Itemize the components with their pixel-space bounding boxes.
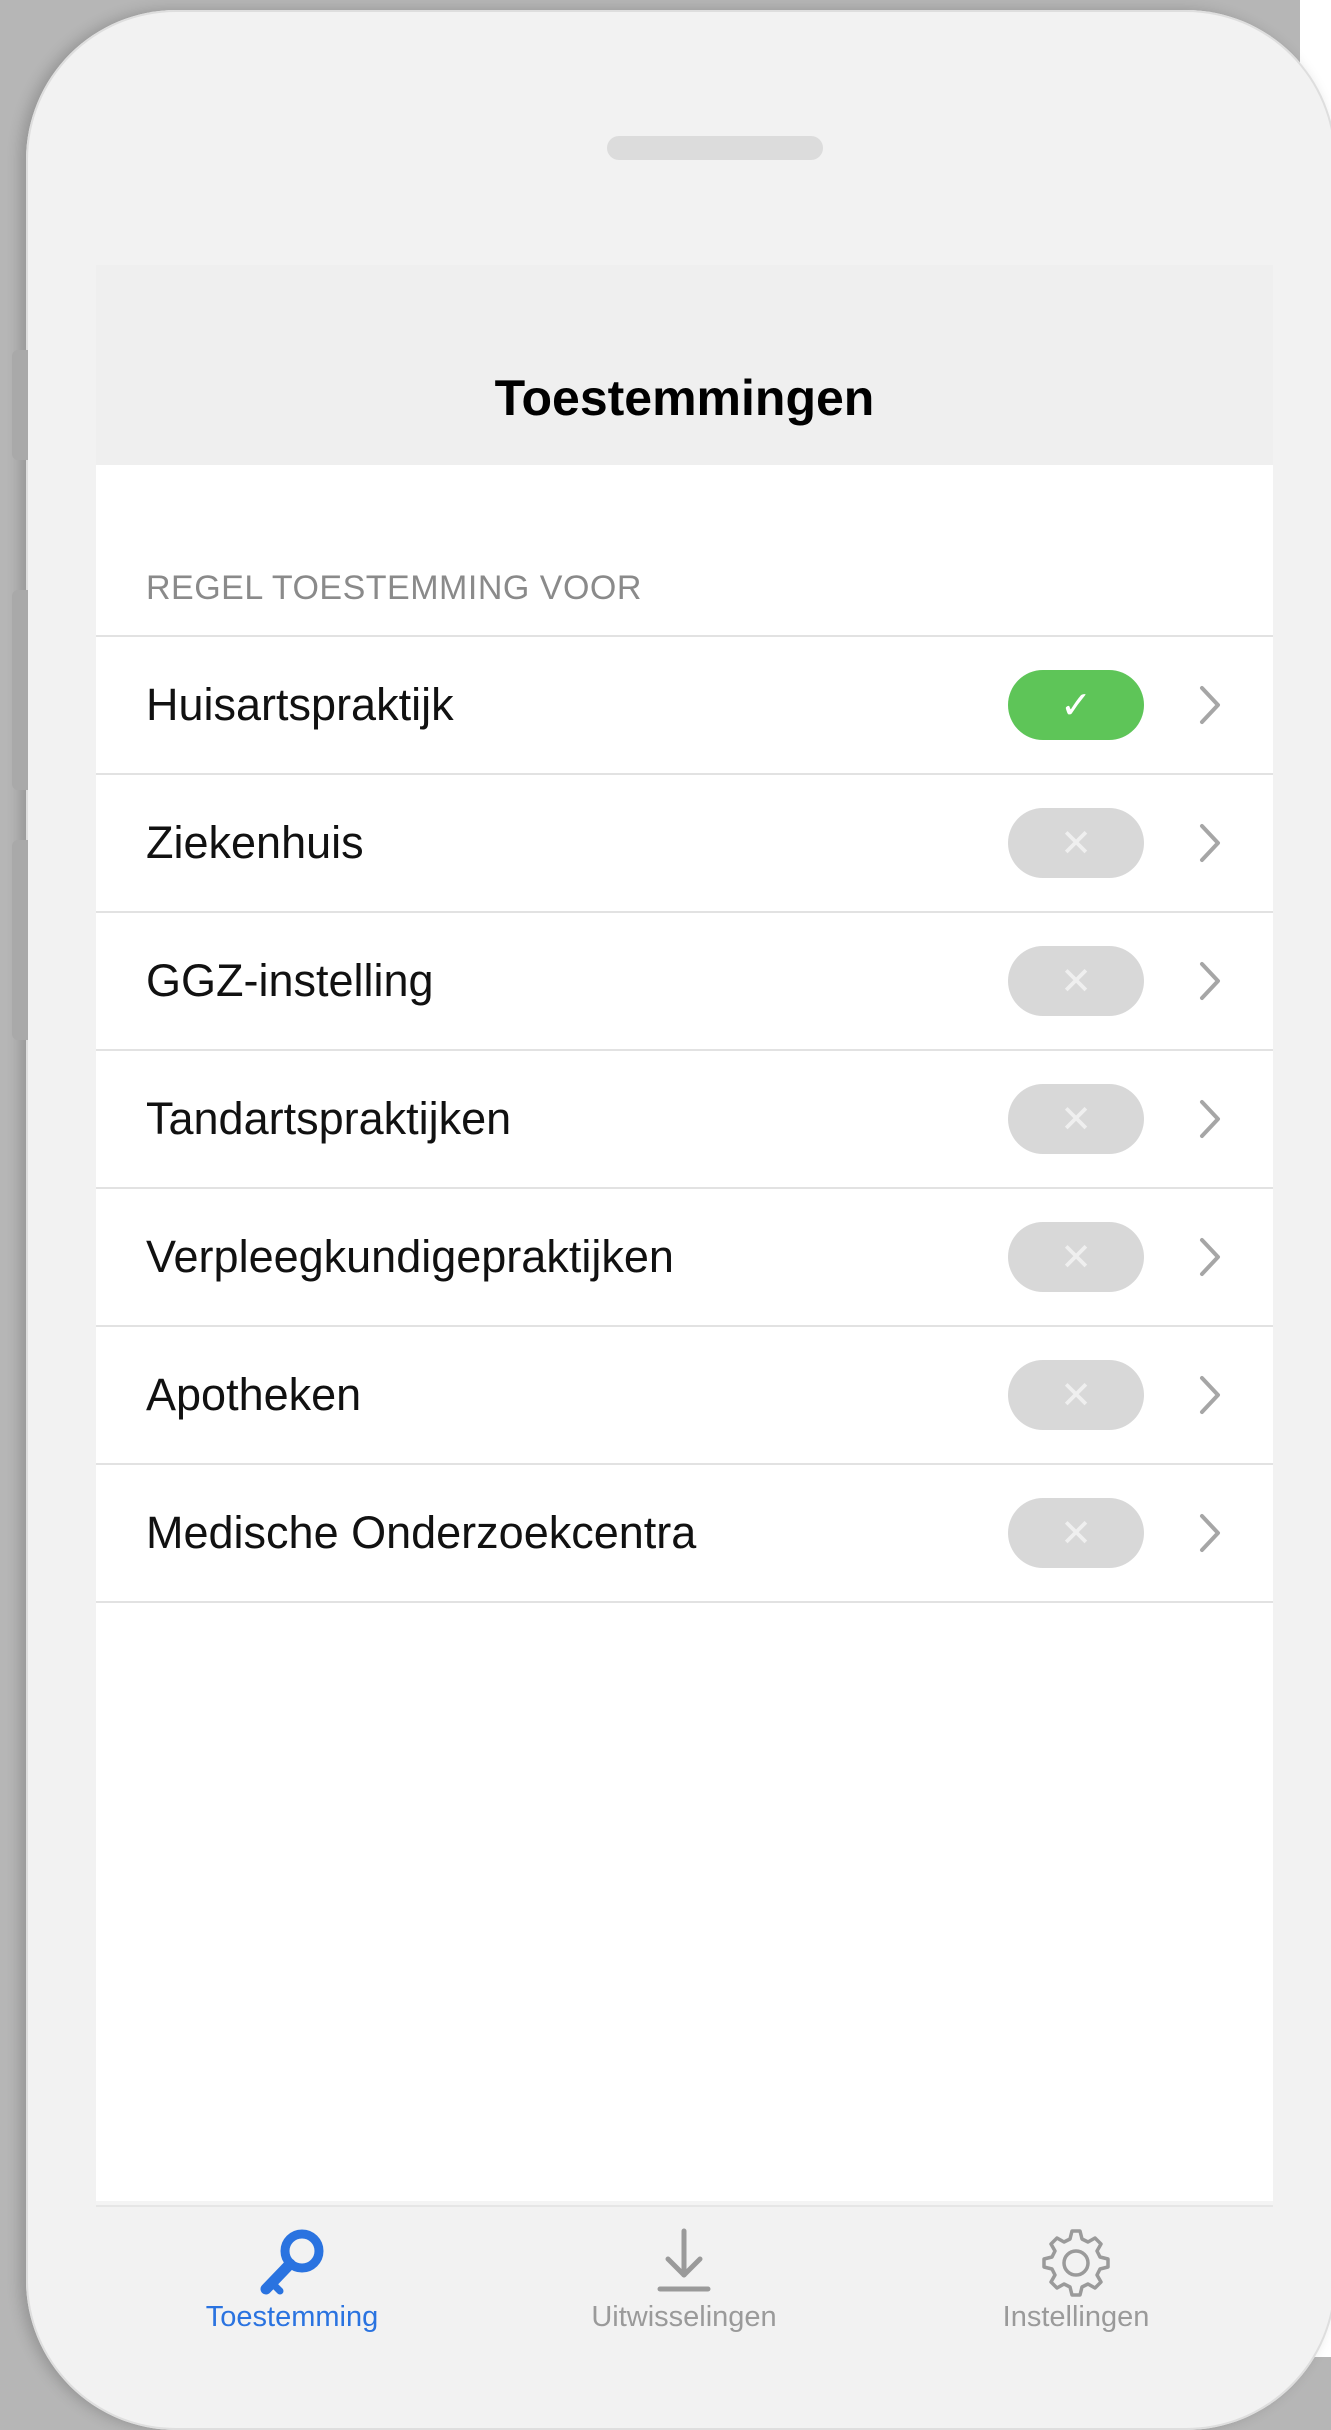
toggle-switch[interactable]: ✕ [1008,1498,1144,1568]
content-area: REGEL TOESTEMMING VOOR Huisartspraktijk … [96,465,1273,2201]
list-row-ggz-instelling[interactable]: GGZ-instelling ✕ [96,913,1273,1051]
tab-instellingen[interactable]: Instellingen [880,2207,1272,2357]
chevron-right-icon[interactable] [1190,1367,1230,1423]
list-row-apotheken[interactable]: Apotheken ✕ [96,1327,1273,1465]
phone-side-button-mute [12,350,28,460]
chevron-right-icon[interactable] [1190,1091,1230,1147]
row-label: Medische Onderzoekcentra [146,1507,697,1558]
tab-bar: Toestemming Uitwisselingen Instellingen [96,2205,1273,2357]
chevron-right-icon[interactable] [1190,953,1230,1009]
chevron-right-icon[interactable] [1190,1229,1230,1285]
phone-speaker [607,136,823,160]
row-label: Tandartspraktijken [146,1093,512,1144]
row-label: Apotheken [146,1369,362,1420]
toggle-switch[interactable]: ✓ [1008,670,1144,740]
phone-side-button-volume-down [12,840,28,1040]
list-row-medische-onderzoekcentra[interactable]: Medische Onderzoekcentra ✕ [96,1465,1273,1603]
row-label: Verpleegkundigepraktijken [146,1231,674,1282]
tab-label: Toestemming [205,2301,379,2333]
cross-icon: ✕ [1060,1374,1092,1417]
section-header: REGEL TOESTEMMING VOOR [146,569,642,607]
toggle-switch[interactable]: ✕ [1008,946,1144,1016]
checkmark-icon: ✓ [1060,684,1092,727]
list-row-tandartspraktijken[interactable]: Tandartspraktijken ✕ [96,1051,1273,1189]
tab-toestemming[interactable]: Toestemming [96,2207,488,2357]
tab-uitwisselingen[interactable]: Uitwisselingen [488,2207,880,2357]
cross-icon: ✕ [1060,1236,1092,1279]
cross-icon: ✕ [1060,822,1092,865]
row-label: Ziekenhuis [146,817,364,868]
toggle-switch[interactable]: ✕ [1008,1222,1144,1292]
row-label: Huisartspraktijk [146,679,454,730]
cross-icon: ✕ [1060,1512,1092,1555]
cross-icon: ✕ [1060,1098,1092,1141]
navigation-bar: Toestemmingen [96,265,1273,465]
permission-list: Huisartspraktijk ✓ Ziekenhuis ✕ GGZ-inst [96,635,1273,1603]
list-row-huisartspraktijk[interactable]: Huisartspraktijk ✓ [96,637,1273,775]
tab-label: Uitwisselingen [591,2301,777,2333]
app-screen: Toestemmingen REGEL TOESTEMMING VOOR Hui… [96,265,1273,2357]
chevron-right-icon[interactable] [1190,815,1230,871]
chevron-right-icon[interactable] [1190,677,1230,733]
chevron-right-icon[interactable] [1190,1505,1230,1561]
cross-icon: ✕ [1060,960,1092,1003]
tab-label: Instellingen [1002,2301,1150,2333]
page-title: Toestemmingen [494,370,875,426]
row-label: GGZ-instelling [146,955,434,1006]
toggle-switch[interactable]: ✕ [1008,808,1144,878]
list-row-verpleegkundigepraktijken[interactable]: Verpleegkundigepraktijken ✕ [96,1189,1273,1327]
list-row-ziekenhuis[interactable]: Ziekenhuis ✕ [96,775,1273,913]
toggle-switch[interactable]: ✕ [1008,1360,1144,1430]
gear-icon [880,2223,1272,2303]
toggle-switch[interactable]: ✕ [1008,1084,1144,1154]
download-icon [488,2223,880,2303]
key-icon [96,2223,488,2303]
phone-side-button-volume-up [12,590,28,790]
